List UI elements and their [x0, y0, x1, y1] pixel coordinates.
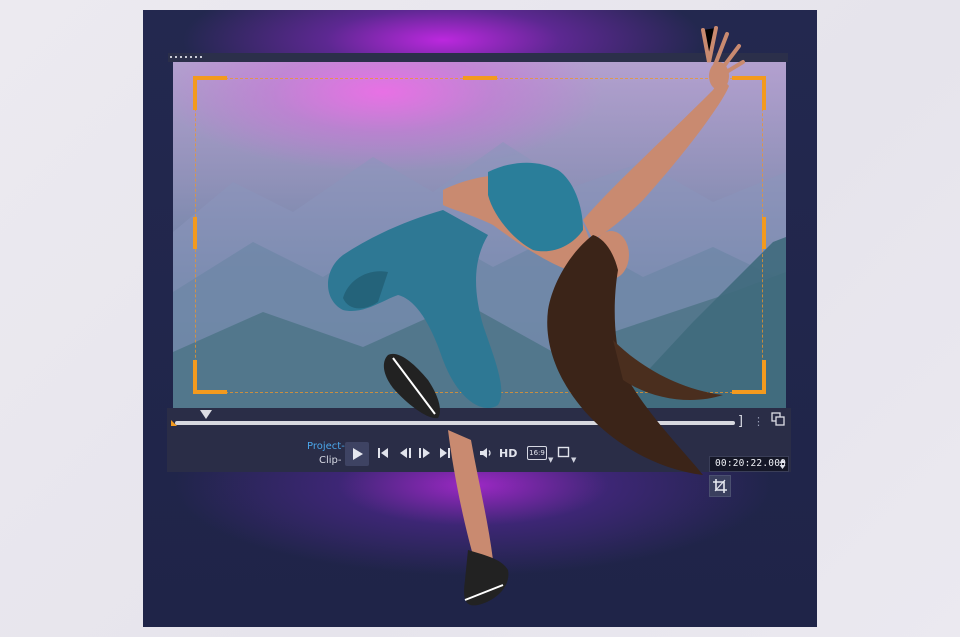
drag-handle[interactable] — [170, 56, 204, 58]
previous-frame-icon[interactable] — [399, 446, 413, 462]
stepper-icon[interactable] — [779, 458, 786, 470]
crop-handle-top[interactable] — [463, 76, 497, 80]
crop-handle-bottom-left[interactable] — [193, 360, 227, 394]
aspect-ratio-button[interactable]: 16:9 — [527, 446, 547, 460]
clip-mode-toggle[interactable]: Clip- — [319, 455, 342, 466]
timecode-value: 00:20:22.000 — [715, 458, 787, 469]
chevron-down-icon[interactable]: ▼ — [548, 456, 553, 464]
crop-frame-icon[interactable] — [557, 446, 571, 460]
scrubber-handle[interactable] — [200, 410, 212, 419]
play-button[interactable] — [345, 442, 369, 466]
crop-icon — [713, 479, 727, 493]
crop-handle-top-right[interactable] — [732, 76, 766, 110]
split-icon[interactable]: ⋮ — [753, 415, 764, 428]
skip-to-start-icon[interactable] — [377, 446, 389, 462]
timecode-field[interactable]: 00:20:22.000 — [709, 456, 789, 472]
next-frame-icon[interactable] — [417, 446, 431, 462]
skip-to-end-icon[interactable] — [439, 446, 451, 462]
hd-toggle[interactable]: HD — [499, 447, 517, 460]
player-top-edge — [168, 53, 788, 62]
mark-out-button[interactable]: ] — [737, 414, 745, 429]
hero-stage: ] ⋮ Project- Clip- HD 16:9 ▼ ▼ 00:20:22.… — [143, 10, 817, 627]
video-preview[interactable] — [173, 62, 786, 408]
volume-icon[interactable] — [479, 446, 494, 462]
crop-handle-left[interactable] — [193, 217, 197, 249]
crop-area-outline — [195, 78, 763, 393]
crop-button[interactable] — [709, 475, 731, 497]
trim-start-marker[interactable] — [171, 420, 177, 426]
scrub-bar[interactable] — [175, 421, 735, 425]
player-controls: ] ⋮ Project- Clip- HD 16:9 ▼ ▼ 00:20:22.… — [167, 408, 791, 472]
crop-handle-bottom-right[interactable] — [732, 360, 766, 394]
crop-handle-right[interactable] — [762, 217, 766, 249]
crop-handle-top-left[interactable] — [193, 76, 227, 110]
copy-icon[interactable] — [771, 412, 785, 426]
crop-handle-bottom[interactable] — [463, 390, 497, 394]
repeat-icon[interactable] — [459, 446, 474, 462]
project-mode-toggle[interactable]: Project- — [307, 441, 345, 452]
chevron-down-icon[interactable]: ▼ — [571, 456, 576, 464]
